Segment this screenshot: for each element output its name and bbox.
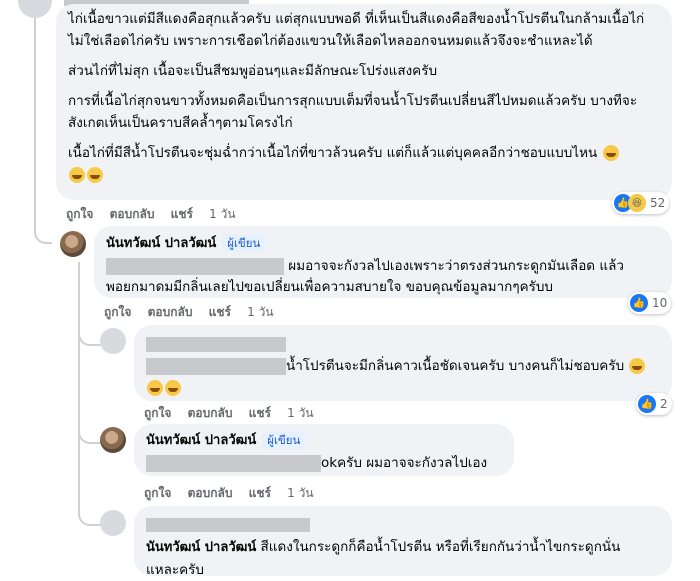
author-name[interactable]: นันทวัฒน์ ปาลวัฒน์ xyxy=(146,433,256,448)
avatar[interactable] xyxy=(100,427,126,453)
redacted-mention xyxy=(146,454,321,472)
author-badge: ผู้เขียน xyxy=(262,431,306,449)
avatar[interactable] xyxy=(18,0,52,18)
share-button[interactable]: แชร์ xyxy=(171,207,193,221)
comment-bubble: ไก่เนื้อขาวแต่มีสีแดงคือสุกแล้วครับ แต่ส… xyxy=(56,4,672,200)
comment-bubble: นันทวัฒน์ ปาลวัฒน์ สีแดงในกระดูกก็คือน้ำ… xyxy=(134,506,672,578)
like-icon: 👍 xyxy=(630,294,648,312)
share-button[interactable]: แชร์ xyxy=(249,486,271,500)
grin-emoji xyxy=(69,167,85,183)
thread-curve xyxy=(34,200,52,244)
mention-link[interactable]: นันทวัฒน์ ปาลวัฒน์ xyxy=(146,540,256,555)
comment-text: น้ำโปรตีนจะมีกลิ่นคาวเนื้อชัดเจนครับ บาง… xyxy=(286,358,625,374)
author-badge: ผู้เขียน xyxy=(222,234,266,252)
redacted-name xyxy=(146,336,286,352)
author-name[interactable]: นันทวัฒน์ ปาลวัฒน์ xyxy=(106,236,216,251)
grin-emoji xyxy=(629,358,646,374)
redacted-mention xyxy=(106,257,284,275)
timestamp[interactable]: 1 วัน xyxy=(287,406,313,420)
thread-line-main xyxy=(34,8,36,213)
comment-bubble: นันทวัฒน์ ปาลวัฒน์ ผู้เขียน ผมอาจจะกังวลไ… xyxy=(94,226,672,298)
grin-emoji xyxy=(602,145,619,161)
like-icon: 👍 xyxy=(638,395,656,413)
comment-text: เนื้อไก่ที่มีสีน้ำโปรตีนจะชุ่มฉ่ำกว่าเนื… xyxy=(68,142,660,186)
like-button[interactable]: ถูกใจ xyxy=(144,406,171,420)
comment-actions: ถูกใจ ตอบกลับ แชร์ 1 วัน xyxy=(144,484,326,503)
haha-icon: 😆 xyxy=(628,194,646,212)
comment-bubble: นันทวัฒน์ ปาลวัฒน์ ผู้เขียน okครับ ผมอาจจ… xyxy=(134,424,514,476)
comment-text: ผมอาจจะกังวลไปเองเพราะว่าตรงส่วนกระดูกมั… xyxy=(288,258,624,274)
comment-actions: ถูกใจ ตอบกลับ แชร์ 1 วัน xyxy=(144,404,326,423)
comment-actions: ถูกใจ ตอบกลับ แชร์ 1 วัน xyxy=(66,205,248,224)
reaction-summary[interactable]: 👍 2 xyxy=(636,393,672,415)
timestamp[interactable]: 1 วัน xyxy=(287,486,313,500)
avatar[interactable] xyxy=(100,328,126,354)
redacted-mention xyxy=(146,357,286,375)
comment-text: พอยกมาดมมีกลิ่นเลยไปขอเปลี่ยนเพื่อความสบ… xyxy=(106,279,553,295)
thread-line-reply xyxy=(78,262,80,512)
reply-button[interactable]: ตอบกลับ xyxy=(110,207,155,221)
reply-button[interactable]: ตอบกลับ xyxy=(148,305,193,319)
reaction-count: 10 xyxy=(652,296,668,310)
grin-emoji xyxy=(147,380,163,396)
like-button[interactable]: ถูกใจ xyxy=(144,486,171,500)
reply-button[interactable]: ตอบกลับ xyxy=(188,406,233,420)
comment-bubble: น้ำโปรตีนจะมีกลิ่นคาวเนื้อชัดเจนครับ บาง… xyxy=(134,325,672,401)
comment-text: okครับ ผมอาจจะกังวลไปเอง xyxy=(321,455,488,471)
reaction-summary[interactable]: 👍 10 xyxy=(628,292,672,314)
comment-text: ส่วนไก่ที่ไม่สุก เนื้อจะเป็นสีชมพูอ่อนๆแ… xyxy=(68,63,438,79)
share-button[interactable]: แชร์ xyxy=(249,406,271,420)
comment-text: การที่เนื้อไก่สุกจนขาวทั้งหมดคือเป็นการส… xyxy=(68,93,638,131)
redacted-name xyxy=(146,518,310,532)
reply-button[interactable]: ตอบกลับ xyxy=(188,486,233,500)
comment-text: แหละครับ xyxy=(146,562,204,578)
timestamp[interactable]: 1 วัน xyxy=(209,207,235,221)
reaction-count: 52 xyxy=(650,196,666,210)
timestamp[interactable]: 1 วัน xyxy=(247,305,273,319)
share-button[interactable]: แชร์ xyxy=(209,305,231,319)
grin-emoji xyxy=(87,167,103,183)
like-button[interactable]: ถูกใจ xyxy=(104,305,131,319)
grin-emoji xyxy=(165,380,181,396)
avatar[interactable] xyxy=(100,510,126,536)
reaction-summary[interactable]: 👍 😆 52 xyxy=(612,192,670,214)
comment-actions: ถูกใจ ตอบกลับ แชร์ 1 วัน xyxy=(104,303,286,322)
like-button[interactable]: ถูกใจ xyxy=(66,207,93,221)
comment-text: สีแดงในกระดูกก็คือน้ำโปรตีน หรือที่เรียก… xyxy=(260,539,621,555)
reaction-count: 2 xyxy=(660,397,668,411)
avatar[interactable] xyxy=(60,231,86,257)
comment-text: ไก่เนื้อขาวแต่มีสีแดงคือสุกแล้วครับ แต่ส… xyxy=(68,11,645,49)
